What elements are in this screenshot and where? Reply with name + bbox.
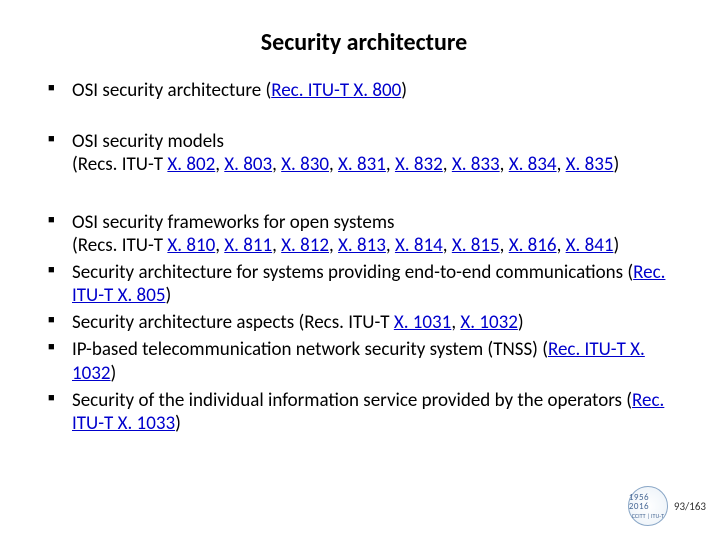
rec-link[interactable]: X. 835 [566, 153, 614, 176]
text: , [386, 153, 395, 176]
rec-link[interactable]: X. 1032 [460, 311, 517, 334]
text: ) [175, 412, 181, 435]
rec-link[interactable]: X. 1031 [394, 311, 451, 334]
text: , [329, 234, 338, 257]
rec-link[interactable]: X. 810 [167, 234, 215, 257]
text: , [386, 234, 395, 257]
text: ) [613, 153, 619, 176]
bullet-5: Security architecture aspects (Recs. ITU… [48, 311, 680, 334]
text: , [215, 234, 224, 257]
bullet-6: IP-based telecommunication network secur… [48, 338, 680, 384]
text: ) [165, 284, 171, 307]
text: ) [613, 234, 619, 257]
text: Security architecture for systems provid… [72, 261, 633, 284]
bullet-1: OSI security architecture (Rec. ITU-T X.… [48, 79, 680, 102]
text: , [215, 153, 224, 176]
text: ) [111, 362, 117, 385]
bullet-3: OSI security frameworks for open systems… [48, 211, 680, 257]
rec-link[interactable]: X. 811 [224, 234, 272, 257]
page-counter: 93/163 [674, 500, 706, 513]
text: , [443, 153, 452, 176]
text: , [329, 153, 338, 176]
rec-link[interactable]: X. 831 [338, 153, 386, 176]
bullet-2: OSI security models(Recs. ITU-T X. 802, … [48, 130, 680, 176]
text: , [443, 234, 452, 257]
rec-link[interactable]: X. 841 [566, 234, 614, 257]
rec-link[interactable]: X. 816 [509, 234, 557, 257]
text: IP-based telecommunication network secur… [72, 338, 548, 361]
rec-link[interactable]: X. 813 [338, 234, 386, 257]
rec-link[interactable]: X. 815 [452, 234, 500, 257]
rec-link[interactable]: X. 830 [281, 153, 329, 176]
rec-link[interactable]: X. 814 [395, 234, 443, 257]
text: OSI security architecture ( [72, 79, 271, 102]
rec-link[interactable]: X. 832 [395, 153, 443, 176]
text: ) [401, 79, 407, 102]
text: Security architecture aspects (Recs. ITU… [72, 311, 394, 334]
rec-link[interactable]: X. 802 [167, 153, 215, 176]
text: ) [518, 311, 524, 334]
rec-link[interactable]: X. 803 [224, 153, 272, 176]
footer: 1956 2016 CCITT | ITU-T 93/163 [628, 486, 706, 526]
bullet-list: OSI security architecture (Rec. ITU-T X.… [48, 79, 680, 435]
anniversary-badge-icon: 1956 2016 CCITT | ITU-T [628, 486, 668, 526]
text: , [272, 234, 281, 257]
rec-link[interactable]: X. 833 [452, 153, 500, 176]
text: , [500, 153, 509, 176]
text: Security of the individual information s… [72, 389, 632, 412]
slide-title: Security architecture [48, 28, 680, 57]
text: , [272, 153, 281, 176]
rec-link[interactable]: Rec. ITU-T X. 800 [271, 79, 401, 102]
text: , [500, 234, 509, 257]
badge-label: CCITT | ITU-T [632, 513, 664, 519]
text: , [557, 153, 566, 176]
badge-years: 1956 2016 [629, 493, 667, 511]
bullet-7: Security of the individual information s… [48, 389, 680, 435]
rec-link[interactable]: X. 834 [509, 153, 557, 176]
bullet-4: Security architecture for systems provid… [48, 261, 680, 307]
rec-link[interactable]: X. 812 [281, 234, 329, 257]
text: , [557, 234, 566, 257]
